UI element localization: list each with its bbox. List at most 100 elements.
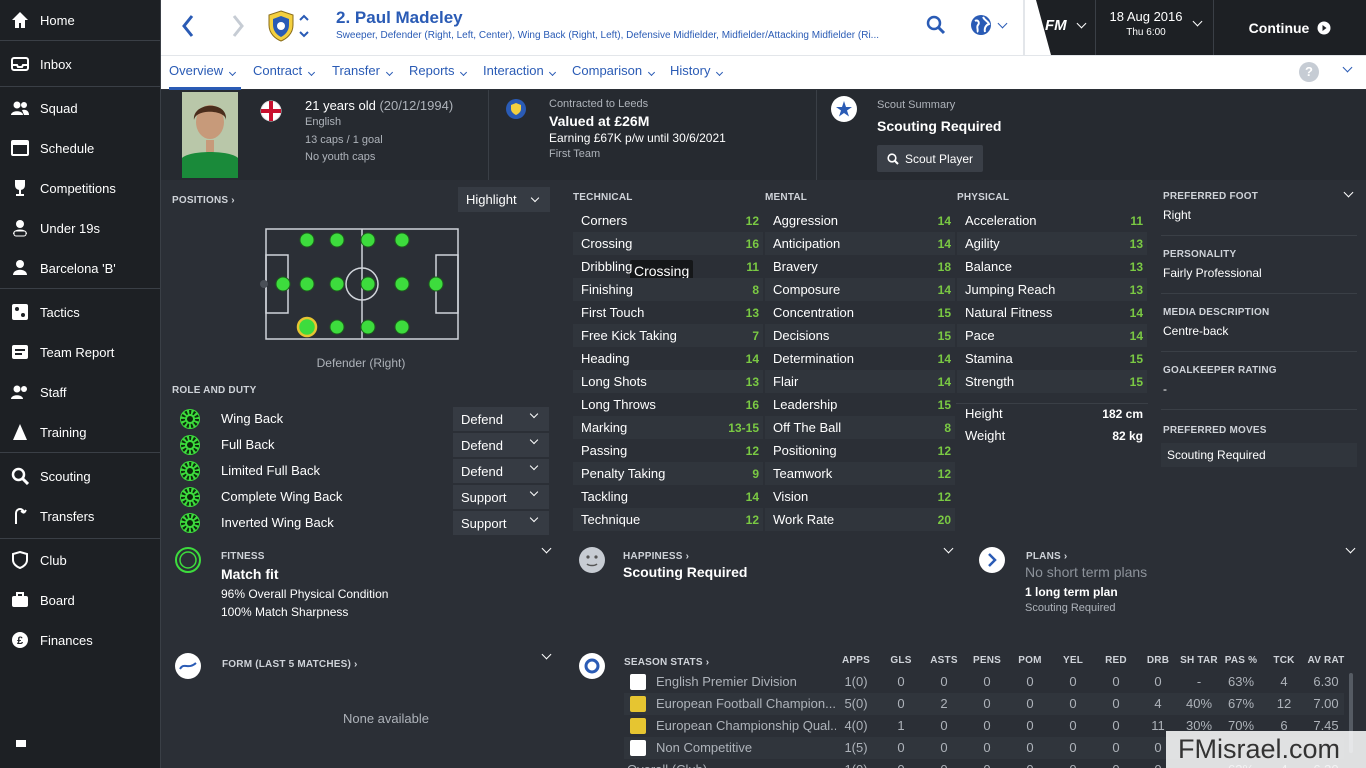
duty-dropdown[interactable]: Support: [453, 511, 549, 535]
sidebar-item-squad[interactable]: Squad: [0, 90, 160, 126]
staff-icon: [0, 384, 40, 400]
sidebar-item-training[interactable]: Training: [0, 414, 160, 450]
player-age: 21 years old (20/12/1994): [305, 98, 454, 113]
competition-name[interactable]: Overall (Club): [627, 762, 807, 768]
chevron-down-icon[interactable]: [1345, 543, 1356, 554]
attribute-row[interactable]: Work Rate 20: [765, 508, 955, 531]
board-icon: [0, 592, 40, 608]
chevron-down-icon[interactable]: [1343, 187, 1354, 198]
duty-dropdown[interactable]: Defend: [453, 433, 549, 457]
sidebar-item-staff[interactable]: Staff: [0, 374, 160, 410]
tab-overview[interactable]: Overview: [169, 56, 241, 90]
sidebar-item-club[interactable]: Club: [0, 542, 160, 578]
highlight-dropdown[interactable]: Highlight: [458, 187, 550, 212]
attribute-row[interactable]: Acceleration 11: [957, 209, 1147, 232]
sidebar-item-home[interactable]: Home: [0, 2, 160, 38]
attribute-row[interactable]: Aggression 14: [765, 209, 955, 232]
sidebar-item-tactics[interactable]: Tactics: [0, 294, 160, 330]
attribute-row[interactable]: Long Shots 13: [573, 370, 763, 393]
sidebar-item-inbox[interactable]: Inbox: [0, 46, 160, 82]
sidebar-item-competitions[interactable]: Competitions: [0, 170, 160, 206]
attribute-row[interactable]: Strength 15: [957, 370, 1147, 393]
attribute-row[interactable]: Technique 12: [573, 508, 763, 531]
player-switch-icon[interactable]: [299, 13, 309, 42]
attribute-row[interactable]: Penalty Taking 9: [573, 462, 763, 485]
fm-logo[interactable]: FM: [1045, 17, 1067, 34]
chevron-down-icon[interactable]: [943, 543, 954, 554]
tab-reports[interactable]: Reports: [409, 56, 468, 90]
attribute-row[interactable]: Long Throws 16: [573, 393, 763, 416]
attribute-row[interactable]: Finishing 8: [573, 278, 763, 301]
tab-transfer[interactable]: Transfer: [332, 56, 393, 90]
attribute-row[interactable]: Stamina 15: [957, 347, 1147, 370]
attribute-row[interactable]: Passing 12: [573, 439, 763, 462]
attribute-row[interactable]: Bravery 18: [765, 255, 955, 278]
attribute-row[interactable]: Positioning 12: [765, 439, 955, 462]
attribute-row[interactable]: Natural Fitness 14: [957, 301, 1147, 324]
sidebar-item-under19s[interactable]: Under 19s: [0, 210, 160, 246]
tab-history[interactable]: History: [670, 56, 724, 90]
attribute-row[interactable]: Agility 13: [957, 232, 1147, 255]
search-icon[interactable]: [926, 15, 946, 38]
tab-comparison[interactable]: Comparison: [572, 56, 655, 90]
role-icon: [179, 408, 201, 433]
competition-name[interactable]: Non Competitive: [656, 740, 836, 755]
competition-name[interactable]: English Premier Division: [656, 674, 836, 689]
attribute-row[interactable]: Off The Ball 8: [765, 416, 955, 439]
sidebar-item-team-report[interactable]: Team Report: [0, 334, 160, 370]
form-panel: FORM (LAST 5 MATCHES) › None available: [161, 643, 561, 768]
attribute-row[interactable]: Heading 14: [573, 347, 763, 370]
attribute-row[interactable]: Composure 14: [765, 278, 955, 301]
calendar-icon: [0, 140, 40, 156]
chevron-down-icon[interactable]: [1342, 62, 1353, 73]
attribute-row[interactable]: Leadership 15: [765, 393, 955, 416]
duty-dropdown[interactable]: Defend: [453, 407, 549, 431]
tab-interaction[interactable]: Interaction: [483, 56, 557, 90]
sidebar-item-board[interactable]: Board: [0, 582, 160, 618]
attribute-row[interactable]: Flair 14: [765, 370, 955, 393]
attribute-row[interactable]: Jumping Reach 13: [957, 278, 1147, 301]
tab-contract[interactable]: Contract: [253, 56, 315, 90]
search-icon: [887, 152, 899, 165]
attribute-row[interactable]: Corners 12: [573, 209, 763, 232]
attribute-row[interactable]: Balance 13: [957, 255, 1147, 278]
attribute-row[interactable]: Crossing 16: [573, 232, 763, 255]
continue-button[interactable]: Continue: [1214, 0, 1366, 55]
attribute-row[interactable]: Determination 14: [765, 347, 955, 370]
chevron-down-icon[interactable]: [541, 543, 552, 554]
positions-title[interactable]: POSITIONS ›: [172, 195, 235, 206]
attribute-row[interactable]: Anticipation 14: [765, 232, 955, 255]
help-icon[interactable]: ?: [1299, 62, 1319, 82]
attribute-row[interactable]: Concentration 15: [765, 301, 955, 324]
competition-name[interactable]: European Championship Qual...: [656, 718, 836, 733]
attribute-row[interactable]: Dribbling 11: [573, 255, 763, 278]
season-stats-label[interactable]: SEASON STATS ›: [624, 657, 709, 668]
sidebar-item-transfers[interactable]: Transfers: [0, 498, 160, 534]
competition-name[interactable]: European Football Champion...: [656, 696, 836, 711]
attribute-row[interactable]: Marking 13-15: [573, 416, 763, 439]
sidebar-item-scouting[interactable]: Scouting: [0, 458, 160, 494]
stats-column-header[interactable]: AV RAT: [1296, 655, 1356, 666]
duty-dropdown[interactable]: Support: [453, 485, 549, 509]
sidebar-item-barcelona-b[interactable]: Barcelona 'B': [0, 250, 160, 286]
forward-arrow-icon[interactable]: [231, 14, 245, 41]
attribute-row[interactable]: Vision 12: [765, 485, 955, 508]
sidebar-item-finances[interactable]: £ Finances: [0, 622, 160, 658]
attribute-row[interactable]: Decisions 15: [765, 324, 955, 347]
form-label[interactable]: FORM (LAST 5 MATCHES) ›: [222, 659, 358, 670]
attribute-row[interactable]: Teamwork 12: [765, 462, 955, 485]
happiness-label[interactable]: HAPPINESS ›: [623, 551, 689, 562]
sidebar-item-schedule[interactable]: Schedule: [0, 130, 160, 166]
globe-menu[interactable]: [969, 13, 1008, 37]
attribute-row[interactable]: Tackling 14: [573, 485, 763, 508]
chevron-down-icon[interactable]: [541, 649, 552, 660]
attribute-row[interactable]: First Touch 13: [573, 301, 763, 324]
back-arrow-icon[interactable]: [181, 14, 195, 41]
club-badge-icon: [268, 10, 294, 45]
plans-label[interactable]: PLANS ›: [1026, 551, 1067, 562]
attribute-row[interactable]: Pace 14: [957, 324, 1147, 347]
scout-player-button[interactable]: Scout Player: [877, 145, 983, 172]
watermark: FMisrael.com: [1166, 731, 1366, 768]
attribute-row[interactable]: Free Kick Taking 7: [573, 324, 763, 347]
duty-dropdown[interactable]: Defend: [453, 459, 549, 483]
